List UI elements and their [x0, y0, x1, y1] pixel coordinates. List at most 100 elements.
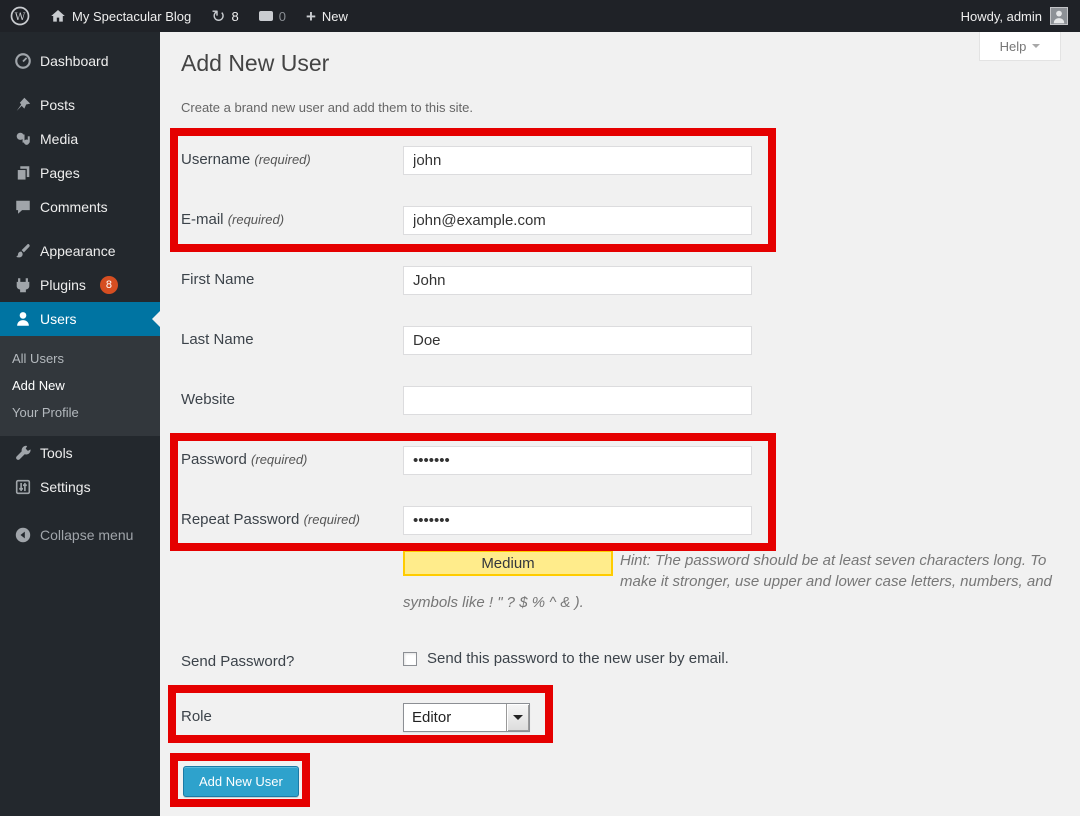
sidebar: Dashboard Posts Media Pages Comments [0, 32, 160, 816]
plugins-update-badge: 8 [100, 276, 118, 294]
username-label-text: Username [181, 151, 250, 168]
sidebar-separator [0, 504, 160, 514]
sidebar-item-label: Pages [40, 165, 80, 181]
last-name-label: Last Name [181, 331, 254, 348]
plug-icon [14, 276, 32, 294]
sidebar-item-settings[interactable]: Settings [0, 470, 160, 504]
role-dropdown-button[interactable] [506, 704, 529, 731]
role-select[interactable]: Editor [403, 703, 530, 732]
required-indicator: (required) [304, 512, 360, 527]
collapse-arrow-icon [14, 526, 32, 544]
submenu-item-add-new[interactable]: Add New [0, 372, 160, 399]
settings-sliders-icon [14, 478, 32, 496]
role-selected-value: Editor [404, 704, 506, 731]
submenu-item-your-profile[interactable]: Your Profile [0, 399, 160, 426]
first-name-row: First Name [181, 266, 1061, 296]
sidebar-item-appearance[interactable]: Appearance [0, 234, 160, 268]
sidebar-item-dashboard[interactable]: Dashboard [0, 44, 160, 78]
last-name-row: Last Name [181, 326, 1061, 356]
website-row: Website [181, 386, 1061, 416]
svg-text:W: W [15, 11, 26, 23]
sidebar-separator [0, 224, 160, 234]
add-new-user-button[interactable]: Add New User [183, 766, 299, 797]
required-indicator: (required) [228, 212, 284, 227]
repeat-password-input[interactable] [403, 506, 752, 535]
website-label: Website [181, 391, 235, 408]
admin-avatar[interactable] [1050, 7, 1068, 25]
wordpress-logo-menu[interactable]: W [0, 0, 40, 32]
site-name-menu[interactable]: My Spectacular Blog [40, 0, 201, 32]
admin-bar: W My Spectacular Blog ↻ 8 0 + New [0, 0, 1080, 32]
password-strength-meter: Medium [403, 550, 613, 576]
page-subtitle: Create a brand new user and add them to … [181, 100, 473, 115]
users-submenu: All Users Add New Your Profile [0, 336, 160, 436]
send-password-row: Send Password? Send this password to the… [181, 648, 1061, 678]
repeat-password-label: Repeat Password (required) [181, 511, 360, 528]
updates-menu[interactable]: ↻ 8 [201, 0, 248, 32]
home-icon [50, 8, 66, 24]
email-label-text: E-mail [181, 211, 224, 228]
main-content: Help Add New User Create a brand new use… [160, 32, 1080, 816]
site-name: My Spectacular Blog [72, 9, 191, 24]
sidebar-item-label: Dashboard [40, 53, 109, 69]
required-indicator: (required) [251, 452, 307, 467]
sidebar-item-posts[interactable]: Posts [0, 88, 160, 122]
username-row: Username (required) [181, 146, 1061, 176]
help-button[interactable]: Help [979, 32, 1061, 61]
comment-icon [14, 198, 32, 216]
sidebar-item-label: Media [40, 131, 78, 147]
sidebar-item-label: Comments [40, 199, 108, 215]
chevron-down-icon [513, 715, 523, 725]
password-strength-area: Medium Hint: The password should be at l… [403, 550, 1058, 613]
help-label: Help [1000, 39, 1027, 54]
page-title: Add New User [181, 50, 329, 77]
update-icon: ↻ [211, 8, 225, 25]
wordpress-admin-page: W My Spectacular Blog ↻ 8 0 + New [0, 0, 1080, 816]
sidebar-item-tools[interactable]: Tools [0, 436, 160, 470]
user-icon [14, 310, 32, 328]
email-input[interactable] [403, 206, 752, 235]
sidebar-item-label: Tools [40, 445, 73, 461]
send-password-checkbox[interactable] [403, 652, 417, 666]
required-indicator: (required) [254, 152, 310, 167]
admin-bar-right: Howdy, admin [949, 7, 1080, 25]
password-label-text: Password [181, 451, 247, 468]
submenu-item-all-users[interactable]: All Users [0, 345, 160, 372]
sidebar-item-label: Posts [40, 97, 75, 113]
sidebar-item-plugins[interactable]: Plugins 8 [0, 268, 160, 302]
role-row: Role Editor [181, 703, 1061, 733]
password-label: Password (required) [181, 451, 307, 468]
website-input[interactable] [403, 386, 752, 415]
sidebar-item-media[interactable]: Media [0, 122, 160, 156]
first-name-label: First Name [181, 271, 254, 288]
password-input[interactable] [403, 446, 752, 475]
repeat-password-row: Repeat Password (required) [181, 506, 1061, 536]
dashboard-icon [14, 52, 32, 70]
username-label: Username (required) [181, 151, 311, 168]
collapse-menu-button[interactable]: Collapse menu [0, 518, 160, 552]
password-row: Password (required) [181, 446, 1061, 476]
comment-count: 0 [279, 9, 286, 24]
paintbrush-icon [14, 242, 32, 260]
repeat-password-label-text: Repeat Password [181, 511, 299, 528]
sidebar-item-comments[interactable]: Comments [0, 190, 160, 224]
update-count: 8 [231, 9, 238, 24]
email-label: E-mail (required) [181, 211, 284, 228]
sidebar-item-label: Plugins [40, 277, 86, 293]
sidebar-item-pages[interactable]: Pages [0, 156, 160, 190]
last-name-input[interactable] [403, 326, 752, 355]
send-password-checkbox-label: Send this password to the new user by em… [427, 650, 729, 667]
new-content-menu[interactable]: + New [296, 0, 358, 32]
email-row: E-mail (required) [181, 206, 1061, 236]
sidebar-item-label: Settings [40, 479, 91, 495]
role-label: Role [181, 708, 212, 725]
sidebar-separator [0, 78, 160, 88]
username-input[interactable] [403, 146, 752, 175]
send-password-label: Send Password? [181, 653, 294, 670]
comments-menu[interactable]: 0 [249, 0, 296, 32]
first-name-input[interactable] [403, 266, 752, 295]
wrench-icon [14, 444, 32, 462]
howdy-admin-menu[interactable]: Howdy, admin [961, 9, 1042, 24]
sidebar-item-users[interactable]: Users [0, 302, 160, 336]
media-icon [14, 130, 32, 148]
